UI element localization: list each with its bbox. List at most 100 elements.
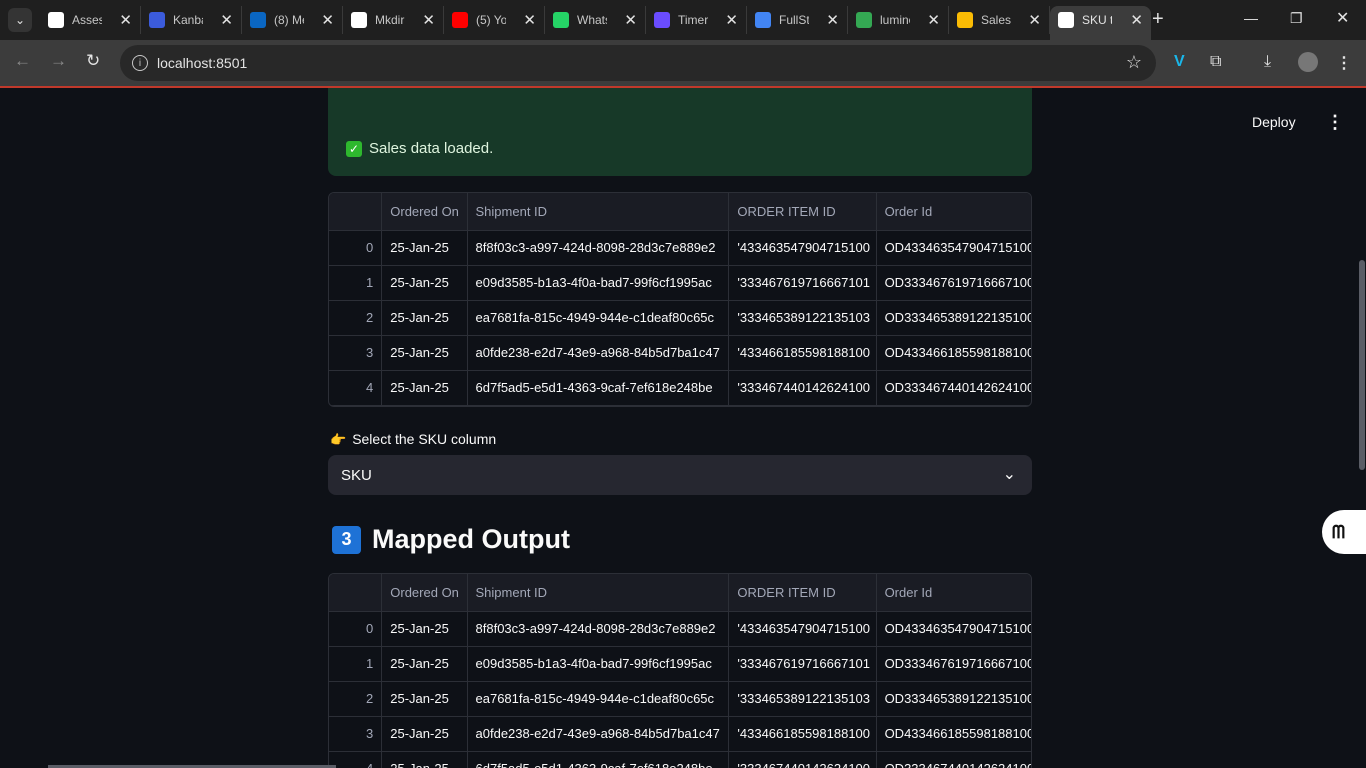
table-cell[interactable]: '433463547904715100 [728,230,877,266]
floating-assistant-button[interactable]: ᗰ [1322,510,1366,554]
main-menu-icon[interactable]: ⋮ [1326,112,1344,133]
table-cell[interactable]: OD333467619716667100 [876,265,1031,301]
table-cell[interactable]: OD433466185598188100 [876,716,1031,752]
restore-icon[interactable]: ❐ [1290,10,1303,27]
table-cell[interactable]: '333465389122135103 [728,681,877,717]
row-index[interactable]: 2 [329,681,383,717]
table-cell[interactable]: '333467440142624100 [728,370,877,406]
table-cell[interactable]: '333467619716667101 [728,265,877,301]
back-icon[interactable]: ← [14,51,31,71]
table-cell[interactable]: 6d7f5ad5-e5d1-4363-9caf-7ef618e248be [467,370,730,406]
browser-tab[interactable]: SKU t ✕ [1050,6,1151,40]
column-header[interactable]: Shipment ID [467,193,730,231]
close-window-icon[interactable]: ✕ [1336,8,1349,28]
table-cell[interactable]: a0fde238-e2d7-43e9-a968-84b5d7ba1c47 [467,716,730,752]
row-index[interactable]: 1 [329,265,383,301]
row-index[interactable]: 0 [329,230,383,266]
browser-tab[interactable]: Kanban ✕ [141,6,242,34]
address-bar[interactable]: i localhost:8501 ☆ [120,45,1156,81]
table-cell[interactable]: ea7681fa-815c-4949-944e-c1deaf80c65c [467,681,730,717]
browser-tab[interactable]: Assessment ✕ [40,6,141,34]
table-cell[interactable]: 25-Jan-25 [381,751,468,768]
table-cell[interactable]: OD333467440142624100 [876,751,1031,768]
table-cell[interactable]: '333467619716667101 [728,646,877,682]
profile-avatar[interactable] [1298,52,1318,72]
table-cell[interactable]: 25-Jan-25 [381,335,468,371]
table-cell[interactable]: ea7681fa-815c-4949-944e-c1deaf80c65c [467,300,730,336]
row-index[interactable]: 4 [329,370,383,406]
table-cell[interactable]: OD333465389122135100 [876,300,1031,336]
table-cell[interactable]: '333467440142624100 [728,751,877,768]
close-tab-icon[interactable]: ✕ [523,11,536,29]
column-header[interactable]: Ordered On [381,193,468,231]
close-tab-icon[interactable]: ✕ [422,11,435,29]
table-cell[interactable]: OD433466185598188100 [876,335,1031,371]
table-cell[interactable]: OD333467619716667100 [876,646,1031,682]
column-header[interactable]: Shipment ID [467,574,730,612]
reload-icon[interactable]: ↻ [86,51,100,71]
close-tab-icon[interactable]: ✕ [1130,11,1143,29]
table-row[interactable]: 2 25-Jan-25 ea7681fa-815c-4949-944e-c1deaf… [329,300,1031,336]
close-tab-icon[interactable]: ✕ [1028,11,1041,29]
extensions-icon[interactable]: ⧉ [1210,53,1221,71]
forward-icon[interactable]: → [50,51,67,71]
deploy-button[interactable]: Deploy [1252,114,1296,130]
new-tab-button[interactable]: + [1152,8,1164,30]
table-cell[interactable]: 25-Jan-25 [381,300,468,336]
column-header[interactable]: Order Id [876,574,1031,612]
browser-menu-icon[interactable]: ⋮ [1336,53,1352,73]
column-header[interactable]: Ordered On [381,574,468,612]
close-tab-icon[interactable]: ✕ [220,11,233,29]
table-cell[interactable]: a0fde238-e2d7-43e9-a968-84b5d7ba1c47 [467,335,730,371]
bookmark-star-icon[interactable]: ☆ [1126,52,1142,73]
table-cell[interactable]: OD333465389122135100 [876,681,1031,717]
browser-tab[interactable]: (8) Messaging ✕ [242,6,343,34]
browser-tab[interactable]: FullStack ✕ [747,6,848,34]
table-row[interactable]: 1 25-Jan-25 e09d3585-b1a3-4f0a-bad7-99f6cf… [329,265,1031,301]
table-cell[interactable]: '433466185598188100 [728,716,877,752]
close-tab-icon[interactable]: ✕ [624,11,637,29]
table-cell[interactable]: 25-Jan-25 [381,681,468,717]
row-index[interactable]: 1 [329,646,383,682]
row-index[interactable]: 4 [329,751,383,768]
column-header[interactable] [329,574,383,612]
close-tab-icon[interactable]: ✕ [119,11,132,29]
table-cell[interactable]: OD433463547904715100 [876,230,1031,266]
table-row[interactable]: 3 25-Jan-25 a0fde238-e2d7-43e9-a968-84b5d7… [329,716,1031,752]
table-cell[interactable]: '433466185598188100 [728,335,877,371]
table-row[interactable]: 1 25-Jan-25 e09d3585-b1a3-4f0a-bad7-99f6cf… [329,646,1031,682]
table-cell[interactable]: e09d3585-b1a3-4f0a-bad7-99f6cf1995ac [467,265,730,301]
sales-data-table[interactable]: Ordered On Shipment ID ORDER ITEM ID Order … [328,192,1032,407]
table-cell[interactable]: OD333467440142624100 [876,370,1031,406]
minimize-icon[interactable]: — [1244,10,1258,26]
table-cell[interactable]: 8f8f03c3-a997-424d-8098-28d3c7e889e2 [467,611,730,647]
url-text[interactable]: localhost:8501 [157,55,247,71]
chevron-down-icon[interactable]: ⌄ [1003,464,1016,484]
download-icon[interactable]: ⤓ [1264,53,1271,71]
column-header[interactable] [329,193,383,231]
browser-tab[interactable]: Mkdir ✕ [343,6,444,34]
table-cell[interactable]: 25-Jan-25 [381,716,468,752]
table-cell[interactable]: 25-Jan-25 [381,611,468,647]
close-tab-icon[interactable]: ✕ [927,11,940,29]
table-row[interactable]: 425-Jan-256d7f5ad5-e5d1-4363-9caf-7ef618… [329,370,1031,406]
column-header[interactable]: ORDER ITEM ID [728,193,877,231]
row-index[interactable]: 3 [329,716,383,752]
table-cell[interactable]: 6d7f5ad5-e5d1-4363-9caf-7ef618e248be [467,751,730,768]
table-row[interactable]: 0 25-Jan-25 8f8f03c3-a997-424d-8098-28d3c7… [329,611,1031,647]
table-cell[interactable]: e09d3585-b1a3-4f0a-bad7-99f6cf1995ac [467,646,730,682]
table-cell[interactable]: 25-Jan-25 [381,370,468,406]
table-cell[interactable]: 25-Jan-25 [381,646,468,682]
row-index[interactable]: 3 [329,335,383,371]
browser-tab[interactable]: (5) YouTube ✕ [444,6,545,34]
browser-tab[interactable]: WhatsApp ✕ [545,6,646,34]
column-header[interactable]: ORDER ITEM ID [728,574,877,612]
table-cell[interactable]: '333465389122135103 [728,300,877,336]
table-cell[interactable]: OD433463547904715100 [876,611,1031,647]
mapped-output-table[interactable]: Ordered On Shipment ID ORDER ITEM ID Order … [328,573,1032,768]
close-tab-icon[interactable]: ✕ [826,11,839,29]
table-cell[interactable]: 8f8f03c3-a997-424d-8098-28d3c7e889e2 [467,230,730,266]
sku-column-select[interactable]: SKU ⌄ [328,455,1032,495]
close-tab-icon[interactable]: ✕ [321,11,334,29]
row-index[interactable]: 0 [329,611,383,647]
